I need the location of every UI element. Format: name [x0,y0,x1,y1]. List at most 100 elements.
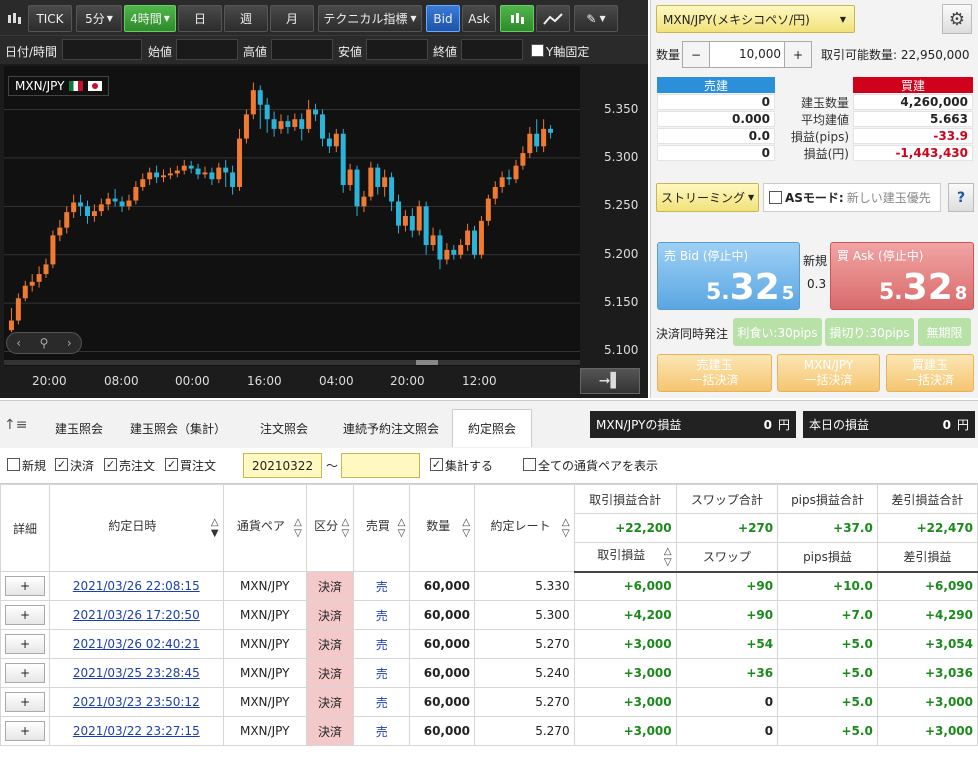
tab-chain-orders[interactable]: 連続予約注文照会 [334,409,448,447]
tab-executions[interactable]: 約定照会 [452,409,532,447]
sort-icon[interactable]: △ ▽ [664,546,672,568]
datetime-link[interactable]: 2021/03/26 22:08:15 [73,579,200,593]
col-rate[interactable]: 約定レート △ ▽ [474,484,575,572]
interval-5m-dropdown[interactable]: 5分 ▼ [76,5,122,32]
y-fixed-checkbox[interactable] [531,44,544,57]
expand-button[interactable]: + [5,721,45,741]
candle-chart-button[interactable] [500,5,534,32]
aggregate-checkbox[interactable]: ✓ [430,458,443,471]
zoom-icon[interactable]: ⚲ [40,336,49,350]
datetime-link[interactable]: 2021/03/26 17:20:50 [73,608,200,622]
sort-icon[interactable]: △ ▽ [341,517,349,539]
candlestick-chart[interactable] [4,66,580,366]
week-button[interactable]: 週 [224,5,268,32]
sort-icon[interactable]: △ ▽ [562,517,570,539]
candle-body [119,201,125,207]
datetime-link[interactable]: 2021/03/26 02:40:21 [73,637,200,651]
scroll-to-latest-button[interactable]: ➞▌ [580,368,640,394]
sell-all-settle-button[interactable]: 売建玉 一括決済 [657,354,772,392]
new-checkbox[interactable] [7,458,20,471]
streaming-select[interactable]: ストリーミング ▼ [656,183,759,212]
all-pairs-checkbox[interactable] [523,458,536,471]
take-profit-button[interactable]: 利食い:30pips [733,318,822,346]
day-button[interactable]: 日 [178,5,222,32]
col-qty-label: 数量 [426,519,451,533]
sort-icon[interactable]: △ ▽ [398,517,406,539]
candle-body [548,128,554,133]
col-side-label: 売買 [365,519,390,533]
expand-button[interactable]: + [5,576,45,596]
ask-price-button[interactable]: 買 Ask (停止中) 5.32 8 [830,242,974,310]
qty-input[interactable]: 10,000 [711,47,781,61]
ask-button[interactable]: Ask [462,5,496,32]
tick-button[interactable]: TICK [28,5,72,32]
tab-positions-summary[interactable]: 建玉照会（集計） [122,409,234,447]
unlimited-button[interactable]: 無期限 [918,318,971,346]
chevron-right-icon[interactable]: › [67,336,72,350]
chevron-left-icon[interactable]: ‹ [16,336,21,350]
tab-orders[interactable]: 注文照会 [238,409,330,447]
col-pair[interactable]: 通貨ペア △ ▽ [222,484,307,572]
sort-icon[interactable]: △ ▽ [294,517,302,539]
as-mode-checkbox[interactable] [769,191,782,204]
bid-button[interactable]: Bid [426,5,460,32]
expand-button[interactable]: + [5,663,45,683]
detail-cell: + [0,687,50,717]
table-row[interactable]: + 2021/03/26 02:40:21 MXN/JPY 決済 売 60,00… [0,629,978,659]
buy-all-settle-button[interactable]: 買建玉 一括決済 [886,354,974,392]
tab-positions[interactable]: 建玉照会 [40,409,118,447]
sell-order-checkbox[interactable]: ✓ [104,458,117,471]
qty-minus-button[interactable]: − [683,42,710,67]
datetime-link[interactable]: 2021/03/22 23:27:15 [73,724,200,738]
low-label: 安値 [338,45,363,59]
pair-cell: MXN/JPY [222,687,307,717]
table-row[interactable]: + 2021/03/23 23:50:12 MXN/JPY 決済 売 60,00… [0,687,978,717]
chart-scrollbar[interactable] [4,360,580,365]
pair-all-settle-button[interactable]: MXN/JPY 一括決済 [777,354,880,392]
buy-all-line1: 買建玉 [911,358,948,372]
qty-stepper[interactable]: − 10,000 + [682,41,812,68]
interval-4h-dropdown[interactable]: 4時間 ▼ [124,5,176,32]
expand-button[interactable]: + [5,692,45,712]
line-chart-button[interactable] [536,5,570,32]
datetime-link[interactable]: 2021/03/23 23:50:12 [73,695,200,709]
qty-plus-button[interactable]: + [784,42,811,67]
col-pl[interactable]: 取引損益 △ ▽ [573,542,677,573]
date-from-input[interactable]: 20210322 [243,453,322,478]
pair-cell: MXN/JPY [222,658,307,688]
pair-select[interactable]: MXN/JPY(メキシコペソ/円) ▼ [656,5,855,33]
chart-nav-control[interactable]: ‹ ⚲ › [6,332,82,354]
technical-label: テクニカル指標 [323,12,408,26]
table-row[interactable]: + 2021/03/26 22:08:15 MXN/JPY 決済 売 60,00… [0,571,978,601]
stop-loss-button[interactable]: 損切り:30pips [825,318,914,346]
technical-dropdown[interactable]: テクニカル指標 ▼ [318,5,422,32]
chart-type-icon[interactable] [3,5,25,32]
settle-checkbox[interactable]: ✓ [55,458,68,471]
col-datetime[interactable]: 約定日時 △ ▼ [49,484,224,572]
settings-button[interactable]: ⚙ [942,4,972,34]
sort-icon[interactable]: △ ▽ [462,517,470,539]
col-kind[interactable]: 区分 △ ▽ [305,484,355,572]
pips-cell: +5.0 [777,716,878,746]
scrollbar-thumb[interactable] [416,360,438,365]
bid-price-button[interactable]: 売 Bid (停止中) 5.32 5 [657,242,800,310]
as-mode-box[interactable]: ASモード: 新しい建玉優先 [763,183,941,212]
month-button[interactable]: 月 [270,5,314,32]
help-button[interactable]: ? [948,183,974,212]
expand-button[interactable]: + [5,605,45,625]
sort-list-icon[interactable]: ↑≡ [4,417,27,433]
col-side[interactable]: 売買 △ ▽ [353,484,411,572]
table-row[interactable]: + 2021/03/22 23:27:15 MXN/JPY 決済 売 60,00… [0,716,978,746]
table-row[interactable]: + 2021/03/26 17:20:50 MXN/JPY 決済 売 60,00… [0,600,978,630]
datetime-link[interactable]: 2021/03/25 23:28:45 [73,666,200,680]
buy-order-checkbox[interactable]: ✓ [165,458,178,471]
sort-desc-icon[interactable]: △ ▼ [211,517,219,539]
side-cell: 売 [353,629,411,659]
expand-button[interactable]: + [5,634,45,654]
ask-big: 32 [902,267,953,308]
col-qty[interactable]: 数量 △ ▽ [409,484,476,572]
table-row[interactable]: + 2021/03/25 23:28:45 MXN/JPY 決済 売 60,00… [0,658,978,688]
qty-cell: 60,000 [409,571,476,601]
date-to-input[interactable] [341,453,420,478]
draw-tool-dropdown[interactable]: ✎ ▼ [574,5,618,32]
